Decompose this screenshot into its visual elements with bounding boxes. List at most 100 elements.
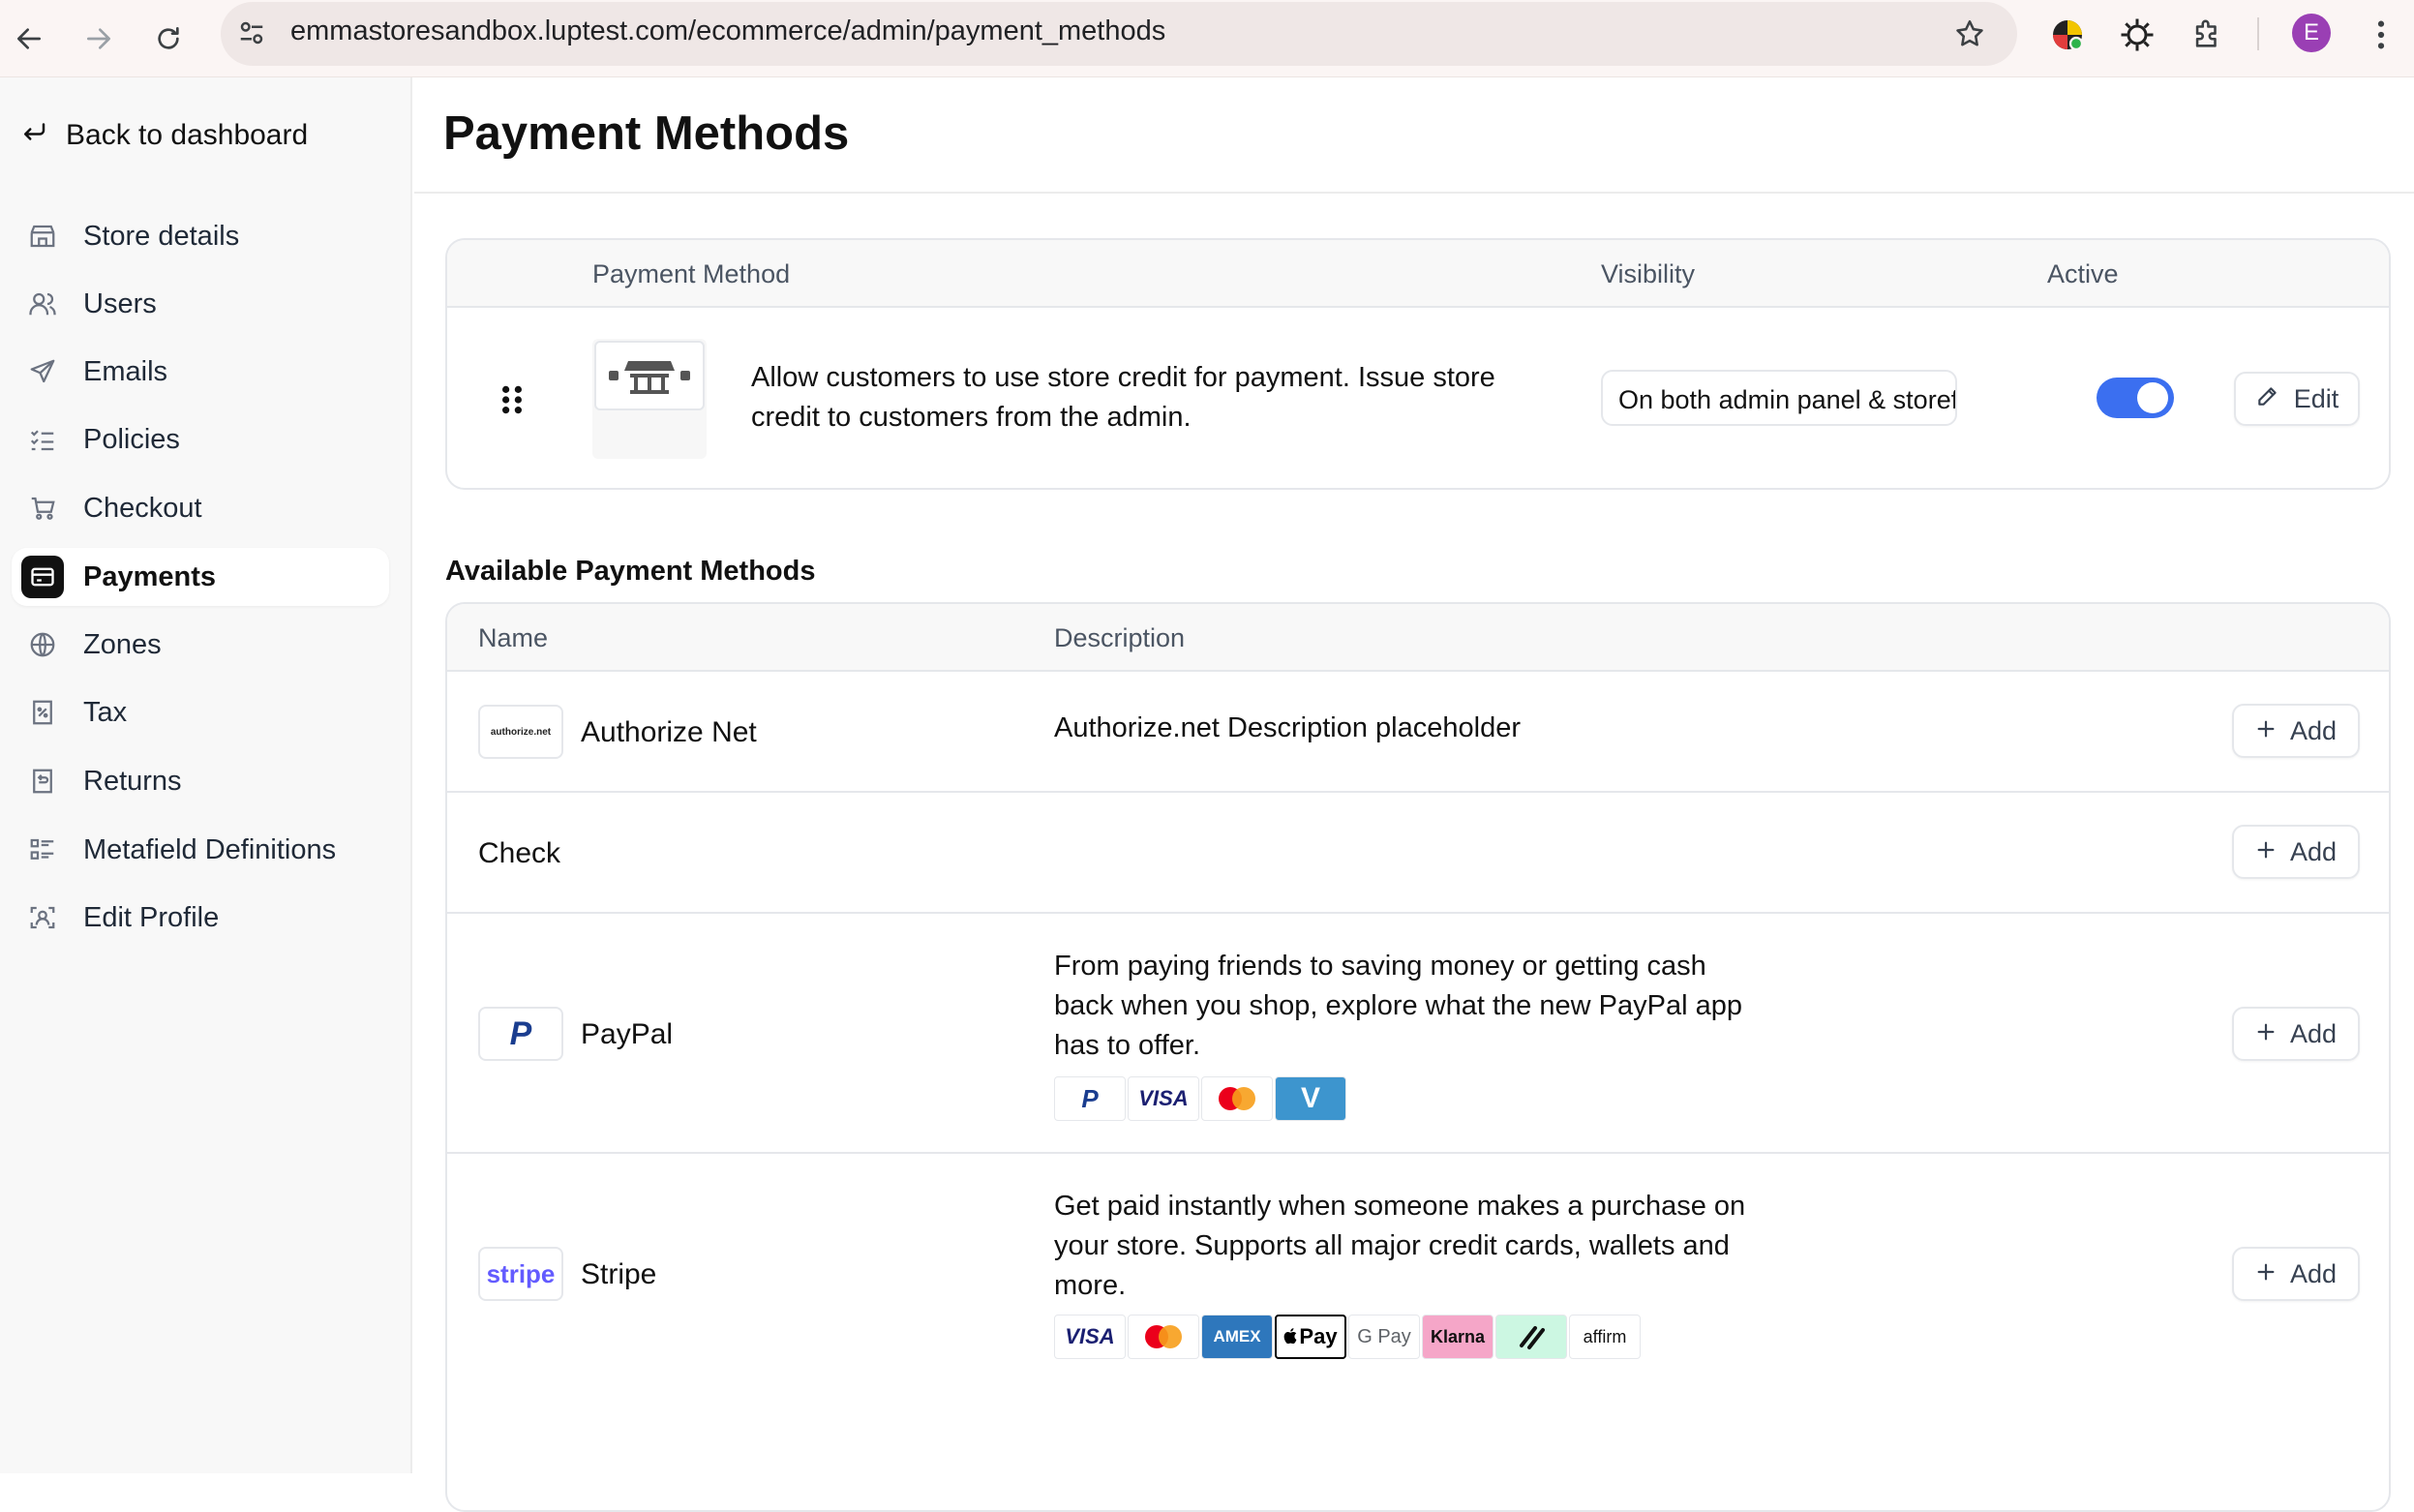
method-description: From paying friends to saving money or g… [1054,951,1742,1061]
plus-icon [2255,1019,2277,1049]
url-text[interactable]: emmastoresandbox.luptest.com/ecommerce/a… [290,15,1165,47]
authorize-net-logo: authorize.net [478,705,563,759]
more-menu-icon[interactable] [2362,12,2400,58]
link-badge [1495,1315,1567,1359]
sidebar-item-tax[interactable]: Tax [12,683,389,741]
paypal-logo: P [478,1007,563,1061]
add-authorize-net-button[interactable]: Add [2232,704,2360,758]
sidebar-item-checkout[interactable]: Checkout [12,479,389,537]
add-label: Add [2289,836,2338,866]
venmo-badge: V [1275,1076,1346,1121]
visa-badge: VISA [1054,1315,1126,1359]
apple-icon [1283,1324,1297,1349]
sidebar-item-returns[interactable]: Returns [12,752,389,810]
back-to-dashboard-link[interactable]: Back to dashboard [19,114,308,157]
sidebar-item-store-details[interactable]: Store details [12,207,389,265]
sidebar-item-edit-profile[interactable]: Edit Profile [12,889,389,947]
store-credit-description: Allow customers to use store credit for … [751,362,1495,433]
return-arrow-icon [19,117,48,154]
column-header-name: Name [478,623,549,652]
toggle-knob [2137,382,2168,413]
plus-icon [2255,716,2277,746]
sidebar-item-label: Policies [83,423,180,455]
visa-badge: VISA [1128,1076,1199,1121]
available-table-header [447,604,2389,672]
page-title: Payment Methods [443,107,850,160]
method-name: PayPal [581,1018,674,1050]
method-name: Authorize Net [581,716,757,748]
apple-pay-badge: Pay [1275,1315,1346,1359]
authorize-net-logo-text: authorize.net [490,726,552,738]
send-icon [21,350,64,393]
reload-icon[interactable] [143,14,194,64]
klarna-badge: Klarna [1422,1315,1494,1359]
method-name: Stripe [581,1258,657,1290]
drag-handle-icon[interactable] [499,383,525,416]
list-check-icon [21,418,64,461]
plus-icon [2255,1259,2277,1289]
list-detail-icon [21,829,64,871]
sidebar-item-emails[interactable]: Emails [12,343,389,401]
sidebar-item-metafield-definitions[interactable]: Metafield Definitions [12,821,389,879]
toolbar-separator [2257,17,2259,50]
stripe-logo-text: stripe [486,1258,556,1288]
profile-avatar[interactable]: E [2292,14,2331,52]
extension-sun-icon[interactable] [2114,12,2160,58]
available-methods-heading: Available Payment Methods [445,556,816,587]
sidebar-item-label: Payments [83,560,217,592]
storefront-icon [594,341,705,410]
mastercard-badge [1201,1076,1273,1121]
users-icon [21,283,64,325]
add-stripe-button[interactable]: Add [2232,1247,2360,1301]
mastercard-badge [1128,1315,1199,1359]
visibility-select[interactable]: On both admin panel & storefront [1601,370,1957,426]
method-description: Get paid instantly when someone makes a … [1054,1191,1746,1301]
add-label: Add [2289,715,2338,745]
column-header-visibility: Visibility [1601,259,1696,288]
table-row [447,793,2389,914]
sidebar-item-label: Edit Profile [83,901,220,933]
cart-icon [21,487,64,529]
paypal-logo-text: P [509,1014,532,1052]
add-paypal-button[interactable]: Add [2232,1007,2360,1061]
plus-icon [2255,837,2277,867]
globe-icon [21,623,64,666]
sidebar-item-label: Store details [83,220,240,252]
bookmark-star-icon[interactable] [1947,12,1992,56]
method-description: Authorize.net Description placeholder [1054,712,1521,743]
sidebar-item-users[interactable]: Users [12,275,389,333]
sidebar-item-payments[interactable]: Payments [12,548,389,606]
store-credit-logo [592,339,707,459]
affirm-badge: affirm [1569,1315,1641,1359]
store-icon [21,215,64,257]
stripe-accepted-badges: VISA AMEX Pay G Pay Klarna affirm [1054,1315,1641,1359]
sidebar-item-label: Emails [83,355,168,387]
method-name: Check [478,837,561,869]
face-scan-icon [21,896,64,939]
sidebar-item-policies[interactable]: Policies [12,410,389,469]
paypal-accepted-badges: P VISA V [1054,1076,1346,1121]
credit-card-icon [21,556,64,598]
extensions-puzzle-icon[interactable] [2184,12,2230,58]
sidebar-item-label: Metafield Definitions [83,833,337,865]
paypal-badge: P [1054,1076,1126,1121]
extension-colorful-icon[interactable] [2044,12,2091,58]
amex-badge: AMEX [1201,1315,1273,1359]
percent-receipt-icon [21,691,64,734]
pencil-icon [2255,383,2280,415]
back-to-dashboard-label: Back to dashboard [66,119,309,151]
site-settings-icon[interactable] [232,14,271,52]
apple-pay-label: Pay [1299,1324,1338,1348]
back-arrow-icon[interactable] [4,14,54,64]
forward-arrow-icon[interactable] [74,14,124,64]
column-header-payment-method: Payment Method [592,259,791,288]
add-check-button[interactable]: Add [2232,825,2360,879]
edit-button[interactable]: Edit [2234,372,2360,426]
edit-label: Edit [2293,383,2339,413]
google-pay-badge: G Pay [1348,1315,1420,1359]
sidebar-item-label: Tax [83,696,128,728]
sidebar-item-label: Checkout [83,492,202,524]
add-label: Add [2289,1258,2338,1288]
add-label: Add [2289,1018,2338,1048]
sidebar-item-zones[interactable]: Zones [12,616,389,674]
